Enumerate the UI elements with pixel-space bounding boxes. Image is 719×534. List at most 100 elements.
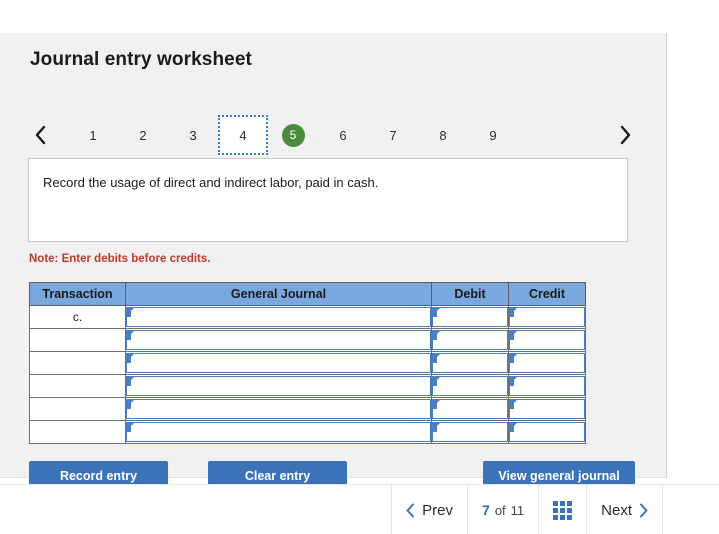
credit-cell bbox=[508, 420, 586, 444]
table-row bbox=[29, 351, 586, 375]
grid-cell bbox=[553, 507, 559, 513]
chevron-left-icon bbox=[35, 125, 46, 145]
chevron-right-icon bbox=[620, 125, 631, 145]
page-indicator-cell: 7 of 11 bbox=[467, 485, 538, 534]
grid-cell bbox=[567, 507, 573, 513]
tab-6[interactable]: 6 bbox=[318, 115, 368, 155]
debit-input[interactable] bbox=[432, 422, 508, 442]
tab-label: 8 bbox=[439, 127, 447, 143]
general-journal-input[interactable] bbox=[126, 376, 431, 396]
worksheet-tab-strip: 1 2 3 4 5 6 7 8 9 bbox=[28, 115, 638, 155]
credit-input[interactable] bbox=[509, 399, 585, 419]
table-header-row: Transaction General Journal Debit Credit bbox=[29, 282, 586, 306]
debit-cell bbox=[431, 351, 509, 375]
debit-input[interactable] bbox=[432, 399, 508, 419]
tab-4[interactable]: 4 bbox=[218, 115, 268, 155]
grid-cell bbox=[553, 514, 559, 520]
column-header-transaction: Transaction bbox=[29, 282, 126, 306]
general-journal-input[interactable] bbox=[126, 422, 431, 442]
credit-input[interactable] bbox=[509, 422, 585, 442]
credit-cell bbox=[508, 397, 586, 421]
current-page-number: 7 bbox=[482, 502, 490, 518]
debit-cell bbox=[431, 420, 509, 444]
debit-cell bbox=[431, 374, 509, 398]
transaction-cell bbox=[29, 374, 126, 398]
column-header-debit: Debit bbox=[431, 282, 509, 306]
column-header-general-journal: General Journal bbox=[125, 282, 432, 306]
credit-cell bbox=[508, 328, 586, 352]
grid-cell bbox=[553, 500, 559, 506]
debit-input[interactable] bbox=[432, 307, 508, 327]
journal-entry-worksheet-panel: Journal entry worksheet 1 2 3 4 5 6 7 8 … bbox=[0, 33, 667, 491]
tab-label: 1 bbox=[89, 127, 97, 143]
next-page-button[interactable]: Next bbox=[601, 502, 648, 519]
prev-page-button[interactable]: Prev bbox=[406, 502, 453, 519]
grid-cell bbox=[560, 507, 566, 513]
chevron-left-icon bbox=[406, 503, 415, 518]
tab-prev-arrow-button[interactable] bbox=[28, 115, 54, 155]
tab-label: 6 bbox=[339, 127, 347, 143]
tab-7[interactable]: 7 bbox=[368, 115, 418, 155]
grid-cell bbox=[560, 500, 566, 506]
table-row bbox=[29, 397, 586, 421]
general-journal-input[interactable] bbox=[126, 330, 431, 350]
credit-cell bbox=[508, 374, 586, 398]
prev-page-label: Prev bbox=[422, 501, 454, 519]
transaction-cell bbox=[29, 351, 126, 375]
table-body: c. bbox=[29, 305, 586, 444]
general-journal-cell bbox=[125, 305, 432, 329]
page-root: Journal entry worksheet 1 2 3 4 5 6 7 8 … bbox=[0, 0, 719, 534]
tab-list: 1 2 3 4 5 6 7 8 9 bbox=[68, 115, 518, 155]
of-label: of bbox=[494, 503, 506, 518]
prev-page-cell[interactable]: Prev bbox=[391, 485, 467, 534]
table-row bbox=[29, 420, 586, 444]
general-journal-cell bbox=[125, 351, 432, 375]
general-journal-cell bbox=[125, 374, 432, 398]
transaction-description-box: Record the usage of direct and indirect … bbox=[28, 158, 628, 242]
next-page-cell[interactable]: Next bbox=[586, 485, 663, 534]
transaction-cell bbox=[29, 420, 126, 444]
general-journal-table: Transaction General Journal Debit Credit… bbox=[29, 282, 586, 444]
tab-label-active: 5 bbox=[281, 123, 305, 147]
transaction-cell bbox=[29, 397, 126, 421]
credit-input[interactable] bbox=[509, 330, 585, 350]
tab-label: 2 bbox=[139, 127, 147, 143]
tab-8[interactable]: 8 bbox=[418, 115, 468, 155]
general-journal-input[interactable] bbox=[126, 399, 431, 419]
grid-cell bbox=[567, 514, 573, 520]
debit-cell bbox=[431, 328, 509, 352]
grid-view-icon[interactable] bbox=[553, 500, 573, 520]
total-pages-number: 11 bbox=[510, 503, 525, 518]
credit-cell bbox=[508, 305, 586, 329]
general-journal-cell bbox=[125, 328, 432, 352]
debit-input[interactable] bbox=[432, 376, 508, 396]
table-row bbox=[29, 328, 586, 352]
tab-1[interactable]: 1 bbox=[68, 115, 118, 155]
credit-input[interactable] bbox=[509, 353, 585, 373]
tab-9[interactable]: 9 bbox=[468, 115, 518, 155]
grid-view-cell[interactable] bbox=[538, 485, 586, 534]
tab-5[interactable]: 5 bbox=[268, 115, 318, 155]
tab-2[interactable]: 2 bbox=[118, 115, 168, 155]
table-row bbox=[29, 374, 586, 398]
debit-input[interactable] bbox=[432, 330, 508, 350]
table-header: Transaction General Journal Debit Credit bbox=[29, 282, 586, 306]
tab-3[interactable]: 3 bbox=[168, 115, 218, 155]
general-journal-input[interactable] bbox=[126, 353, 431, 373]
general-journal-cell bbox=[125, 397, 432, 421]
tab-label: 3 bbox=[189, 127, 197, 143]
next-page-label: Next bbox=[601, 501, 632, 519]
credit-input[interactable] bbox=[509, 376, 585, 396]
debit-input[interactable] bbox=[432, 353, 508, 373]
tab-next-arrow-button[interactable] bbox=[612, 115, 638, 155]
pagination-bar: Prev 7 of 11 Next bbox=[0, 484, 719, 534]
credit-input[interactable] bbox=[509, 307, 585, 327]
pagination-controls: Prev 7 of 11 Next bbox=[391, 485, 663, 534]
credit-cell bbox=[508, 351, 586, 375]
table-row: c. bbox=[29, 305, 586, 329]
column-header-credit: Credit bbox=[508, 282, 586, 306]
tab-label: 9 bbox=[489, 127, 497, 143]
grid-cell bbox=[567, 500, 573, 506]
grid-cell bbox=[560, 514, 566, 520]
general-journal-input[interactable] bbox=[126, 307, 431, 327]
